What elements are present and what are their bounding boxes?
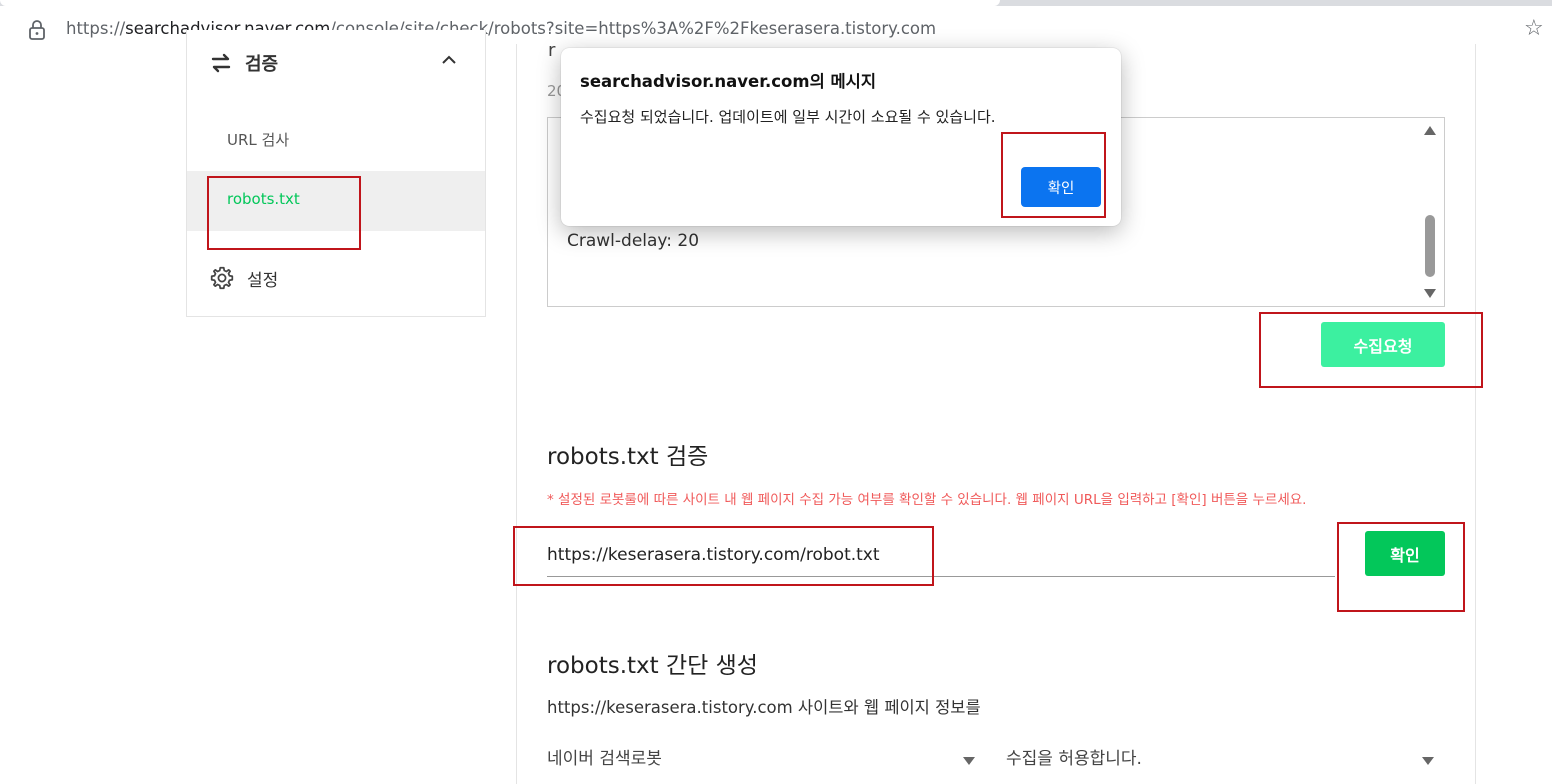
dropdown-arrow-icon [1422, 757, 1434, 765]
allow-select-value: 수집을 허용합니다. [1006, 749, 1142, 769]
sidebar-item-settings[interactable]: 설정 [209, 265, 278, 291]
sidebar: 검증 URL 검사 robots.txt 설정 [186, 30, 486, 317]
url-prefix: https:// [66, 19, 126, 38]
annotation-box [1259, 312, 1483, 388]
robot-select[interactable]: 네이버 검색로봇 [547, 740, 979, 774]
scrollbar-thumb[interactable] [1425, 215, 1435, 277]
annotation-box [207, 176, 361, 250]
verify-note: * 설정된 로봇룰에 따른 사이트 내 웹 페이지 수집 가능 여부를 확인할 … [547, 492, 1307, 508]
verify-heading: robots.txt 검증 [547, 444, 709, 470]
sidebar-settings-label: 설정 [247, 270, 279, 291]
sidebar-section-verify[interactable]: 검증 [209, 48, 278, 78]
dropdown-arrow-icon [963, 757, 975, 765]
chevron-up-icon[interactable] [441, 52, 457, 68]
annotation-box [513, 526, 934, 586]
bookmark-star-icon[interactable]: ☆ [1524, 16, 1544, 41]
robot-select-value: 네이버 검색로봇 [547, 749, 662, 769]
annotation-box [1001, 132, 1106, 218]
generate-heading: robots.txt 간단 생성 [547, 653, 758, 679]
sync-arrows-icon [211, 53, 231, 73]
sidebar-item-url-check[interactable]: URL 검사 [227, 129, 289, 150]
dialog-message: 수집요청 되었습니다. 업데이트에 일부 시간이 소요될 수 있습니다. [580, 108, 996, 126]
robots-content-line: Crawl-delay: 20 [567, 231, 700, 251]
dialog-title: searchadvisor.naver.com의 메시지 [580, 72, 877, 91]
allow-select[interactable]: 수집을 허용합니다. [1006, 740, 1438, 774]
annotation-box [1337, 522, 1465, 612]
gear-icon [210, 266, 234, 290]
scroll-down-arrow-icon[interactable] [1424, 289, 1436, 298]
partial-heading: r [548, 40, 556, 61]
generate-description: https://keserasera.tistory.com 사이트와 웹 페이… [547, 698, 981, 717]
lock-icon [29, 20, 45, 40]
scroll-up-arrow-icon[interactable] [1424, 126, 1436, 135]
sidebar-section-label: 검증 [245, 54, 279, 75]
